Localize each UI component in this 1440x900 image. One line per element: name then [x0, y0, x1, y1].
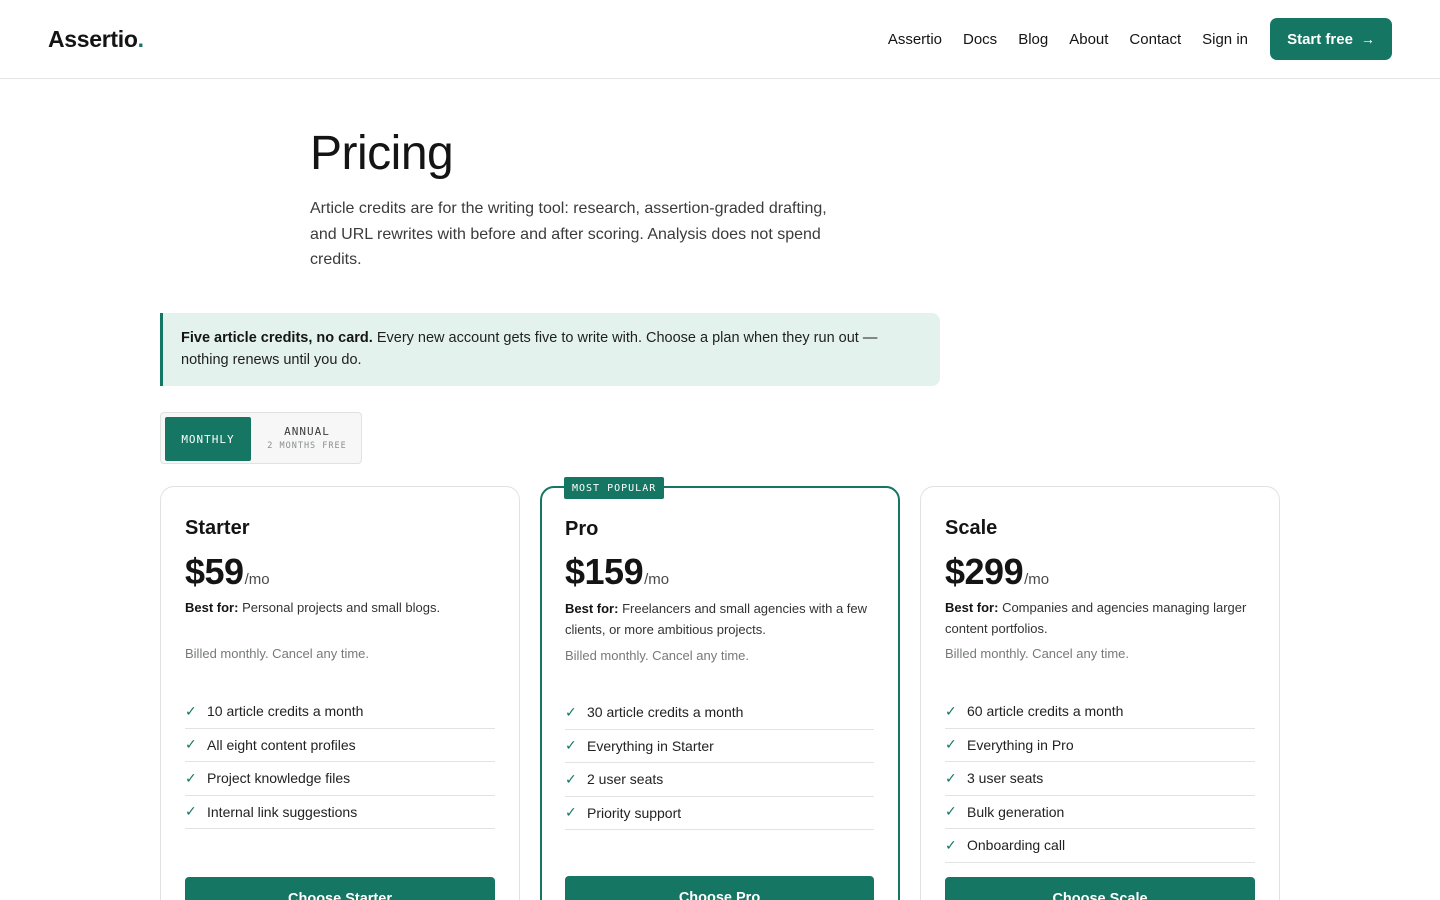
check-icon: ✓ [185, 803, 197, 820]
feature-item: ✓ 2 user seats [565, 763, 874, 797]
feature-list: ✓ 10 article credits a month ✓ All eight c… [185, 695, 495, 829]
feature-text: Bulk generation [967, 803, 1065, 820]
page-intro: Article credits are for the writing tool… [310, 200, 827, 268]
feature-item: ✓ 3 user seats [945, 762, 1255, 796]
billing-note: Billed monthly. Cancel any time. [565, 648, 750, 663]
feature-item: ✓ Everything in Pro [945, 729, 1255, 762]
choose-pro-button[interactable]: Choose Pro [565, 876, 874, 900]
feature-item: ✓ Priority support [565, 797, 874, 830]
plan-price: $299/mo [945, 551, 1049, 593]
feature-item: ✓ 30 article credits a month [565, 696, 874, 730]
check-icon: ✓ [945, 803, 957, 820]
best-for-text: Personal projects and small blogs. [238, 600, 441, 615]
start-free-label: Start free [1287, 30, 1353, 48]
most-popular-badge: MOST POPULAR [564, 477, 665, 499]
feature-item: ✓ Bulk generation [945, 796, 1255, 829]
check-icon: ✓ [565, 737, 577, 754]
check-icon: ✓ [945, 736, 957, 753]
feature-text: Project knowledge files [207, 770, 351, 787]
feature-text: 10 article credits a month [207, 703, 364, 720]
nav-link-sign-in[interactable]: Sign in [1202, 31, 1248, 48]
feature-item: ✓ 60 article credits a month [945, 695, 1255, 729]
main-nav: Assertio Docs Blog About Contact Sign in… [888, 18, 1392, 60]
billing-note: Billed monthly. Cancel any time. [185, 646, 370, 661]
check-icon: ✓ [945, 836, 957, 853]
price-period: /mo [1024, 571, 1050, 588]
brand-logo-dot: . [137, 26, 144, 52]
price-period: /mo [244, 571, 270, 588]
feature-item: ✓ 10 article credits a month [185, 695, 495, 729]
feature-text: 2 user seats [587, 771, 664, 788]
plan-best-for: Best for: Companies and agencies managin… [945, 597, 1257, 639]
feature-text: Priority support [587, 804, 682, 821]
arrow-right-icon: → [1360, 31, 1375, 47]
annual-discount-note: 2 MONTHS FREE [267, 441, 347, 451]
best-for-label: Best for: [945, 600, 999, 615]
feature-text: All eight content profiles [207, 736, 356, 753]
check-icon: ✓ [185, 702, 197, 719]
plan-name: Scale [945, 517, 998, 539]
annual-label: ANNUAL [284, 425, 330, 438]
plan-card-pro: MOST POPULAR Pro $159/mo Best for: Freel… [540, 477, 900, 900]
nav-link-blog[interactable]: Blog [1018, 31, 1048, 48]
plan-price: $159/mo [565, 551, 669, 593]
check-icon: ✓ [565, 703, 577, 720]
price-amount: $299 [945, 551, 1024, 592]
feature-text: Everything in Starter [587, 737, 714, 754]
check-icon: ✓ [185, 769, 197, 786]
free-credits-notice: Five article credits, no card. Every new… [160, 313, 940, 386]
nav-link-about[interactable]: About [1069, 31, 1108, 48]
check-icon: ✓ [565, 804, 577, 821]
choose-starter-button[interactable]: Choose Starter [185, 877, 495, 900]
nav-link-contact[interactable]: Contact [1129, 31, 1181, 48]
feature-item: ✓ Internal link suggestions [185, 796, 495, 829]
feature-text: Everything in Pro [967, 736, 1074, 753]
nav-link-assertio[interactable]: Assertio [888, 31, 942, 48]
price-period: /mo [644, 571, 670, 588]
feature-text: 3 user seats [967, 770, 1044, 787]
choose-scale-button[interactable]: Choose Scale [945, 877, 1255, 900]
price-amount: $59 [185, 551, 244, 592]
feature-text: Onboarding call [967, 837, 1066, 854]
billing-monthly-option[interactable]: MONTHLY [165, 417, 251, 461]
feature-item: ✓ Everything in Starter [565, 730, 874, 763]
billing-annual-option[interactable]: ANNUAL 2 MONTHS FREE [255, 417, 359, 461]
feature-list: ✓ 60 article credits a month ✓ Everything … [945, 695, 1255, 863]
start-free-button[interactable]: Start free → [1270, 18, 1392, 60]
best-for-label: Best for: [565, 601, 619, 616]
nav-link-docs[interactable]: Docs [963, 31, 997, 48]
billing-period-toggle: MONTHLY ANNUAL 2 MONTHS FREE [160, 412, 362, 464]
feature-text: 60 article credits a month [967, 703, 1124, 720]
notice-headline: Five article credits, no card. [181, 330, 373, 346]
plan-name: Starter [185, 517, 250, 539]
check-icon: ✓ [185, 736, 197, 753]
check-icon: ✓ [945, 702, 957, 719]
plan-price: $59/mo [185, 551, 270, 593]
feature-item: ✓ Onboarding call [945, 829, 1255, 863]
brand-logo[interactable]: Assertio. [48, 26, 144, 53]
plan-card-scale: Scale $299/mo Best for: Companies and ag… [920, 486, 1280, 900]
feature-text: 30 article credits a month [587, 704, 744, 721]
plan-best-for: Best for: Freelancers and small agencies… [565, 598, 877, 640]
top-navigation-bar: Assertio. Assertio Docs Blog About Conta… [0, 0, 1440, 79]
feature-text: Internal link suggestions [207, 803, 358, 820]
check-icon: ✓ [565, 770, 577, 787]
brand-name: Assertio [48, 26, 138, 52]
plan-name: Pro [565, 518, 599, 540]
feature-item: ✓ All eight content profiles [185, 729, 495, 762]
billing-note: Billed monthly. Cancel any time. [945, 646, 1130, 661]
feature-list: ✓ 30 article credits a month ✓ Everything … [565, 696, 874, 830]
check-icon: ✓ [945, 769, 957, 786]
best-for-label: Best for: [185, 600, 239, 615]
plan-best-for: Best for: Personal projects and small bl… [185, 597, 497, 618]
page-title: Pricing [310, 127, 454, 180]
plan-card-starter: Starter $59/mo Best for: Personal projec… [160, 486, 520, 900]
price-amount: $159 [565, 551, 644, 592]
feature-item: ✓ Project knowledge files [185, 762, 495, 796]
